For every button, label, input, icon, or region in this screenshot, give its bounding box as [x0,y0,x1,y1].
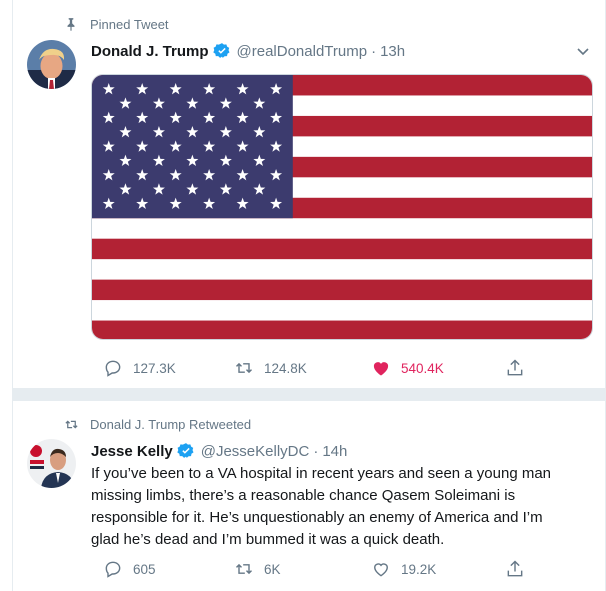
pinned-label: Pinned Tweet [90,16,169,32]
separator: · [371,42,377,60]
author-handle[interactable]: @JesseKellyDC [201,443,310,460]
reply-button[interactable]: 605 [103,559,156,579]
retweet-icon [235,563,253,575]
like-button[interactable]: 540.4K [371,358,444,378]
tweet-actions: 127.3K 124.8K 540.4K [91,358,523,378]
retweet-count: 124.8K [264,360,307,376]
timeline-divider [12,389,606,400]
retweet-context-icon [63,416,79,432]
reply-button[interactable]: 127.3K [103,358,176,378]
avatar-jesse-kelly[interactable] [27,439,76,488]
retweet-icon [235,362,253,374]
tweet-text: If you’ve been to a VA hospital in recen… [91,463,591,551]
retweeted-by-label[interactable]: Donald J. Trump Retweeted [90,417,251,432]
pin-icon [63,16,79,32]
reply-icon [105,561,121,578]
retweet-button[interactable]: 6K [234,559,281,579]
tweet-image-american-flag[interactable] [91,74,593,340]
author-name[interactable]: Jesse Kelly [91,443,173,460]
share-button[interactable] [505,358,535,378]
tweet-header: Jesse Kelly @JesseKellyDC · 14h [91,441,347,461]
author-name[interactable]: Donald J. Trump [91,43,209,60]
verified-badge-icon [177,442,195,460]
reply-count: 605 [133,561,156,577]
separator: · [313,442,319,460]
retweet-button[interactable]: 124.8K [234,358,307,378]
avatar-donald-trump[interactable] [27,40,76,89]
chevron-down-icon[interactable] [575,43,591,59]
tweet-header: Donald J. Trump @realDonaldTrump · 13h [91,41,405,61]
share-icon [507,560,523,577]
reply-count: 127.3K [133,360,176,376]
verified-badge-icon [212,42,231,60]
pinned-tweet[interactable]: Pinned Tweet Donald J. Trump @realDonald… [12,0,606,389]
tweet-text-line: glad he’s dead and I’m bummed it was a q… [91,531,445,548]
tweet-time[interactable]: 13h [380,43,405,60]
tweet-actions: 605 6K 19.2K [91,559,523,579]
tweet-text-line: If you’ve been to a VA hospital in recen… [91,465,552,482]
heart-outline-icon [374,563,388,577]
tweet-text-line: responsible for it. He’s unquestionably … [91,509,543,526]
like-button[interactable]: 19.2K [371,559,436,579]
tweet-text-line: missing limbs, there’s a reasonable chan… [91,487,516,504]
like-count: 540.4K [401,360,444,376]
retweet-count: 6K [264,561,281,577]
heart-filled-icon [373,362,389,376]
reply-icon [105,360,121,377]
retweeted-tweet[interactable]: Donald J. Trump Retweeted Jesse Kelly @J… [12,400,606,591]
like-count: 19.2K [401,561,437,577]
author-handle[interactable]: @realDonaldTrump [237,43,368,60]
tweet-time[interactable]: 14h [322,443,347,460]
share-icon [507,359,523,376]
share-button[interactable] [505,559,535,579]
